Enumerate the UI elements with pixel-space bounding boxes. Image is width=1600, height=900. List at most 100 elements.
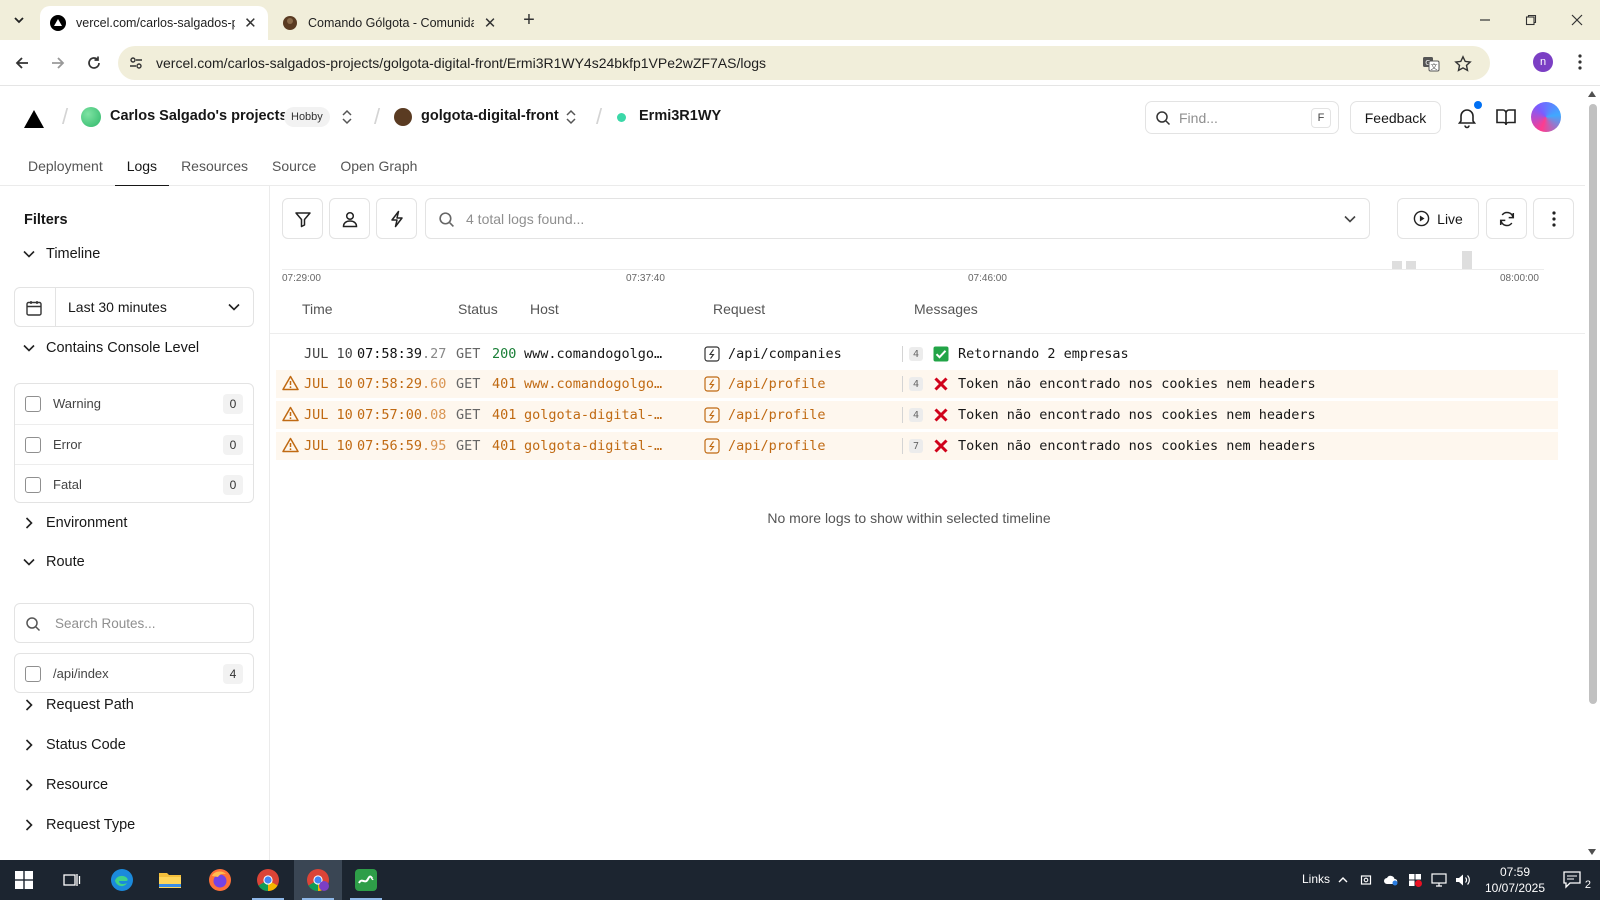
request-path-section-toggle[interactable]: Request Path: [22, 697, 134, 713]
site-info-icon[interactable]: [128, 55, 144, 71]
log-row[interactable]: JUL 10 07:58:29.60 GET 401 www.comandogo…: [276, 370, 1558, 398]
tab-source[interactable]: Source: [260, 146, 328, 186]
route-label: /api/index: [53, 666, 109, 681]
level-option-warning[interactable]: Warning 0: [15, 384, 253, 424]
warning-checkbox[interactable]: [25, 396, 41, 412]
browser-tab-comando[interactable]: Comando Gólgota - Comunidade ✕: [272, 6, 508, 40]
app-taskbar-icon[interactable]: [342, 860, 390, 900]
tab-resources[interactable]: Resources: [169, 146, 260, 186]
user-filter-button[interactable]: [329, 198, 370, 239]
edge-taskbar-icon[interactable]: [98, 860, 146, 900]
task-view-button[interactable]: [48, 860, 96, 900]
log-timeline-histogram[interactable]: [282, 246, 1544, 270]
project-name[interactable]: golgota-digital-front: [421, 108, 559, 124]
user-avatar[interactable]: [1531, 102, 1561, 132]
refresh-button[interactable]: [1486, 198, 1527, 239]
profile-avatar[interactable]: n: [1533, 52, 1553, 72]
chevron-up-down-icon[interactable]: [564, 108, 578, 126]
route-option[interactable]: /api/index 4: [14, 653, 254, 693]
scroll-up-arrow-icon[interactable]: [1588, 91, 1596, 97]
close-window-button[interactable]: [1564, 8, 1590, 32]
level-option-error[interactable]: Error 0: [15, 424, 253, 464]
volume-tray-icon[interactable]: [1454, 871, 1472, 889]
chrome-profile-taskbar-icon[interactable]: [294, 860, 342, 900]
tab-logs[interactable]: Logs: [114, 146, 170, 187]
log-search-input[interactable]: 4 total logs found...: [425, 198, 1370, 239]
feedback-button[interactable]: Feedback: [1350, 101, 1441, 134]
start-button[interactable]: [0, 860, 48, 900]
network-tray-icon[interactable]: [1430, 871, 1448, 889]
timeline-select[interactable]: Last 30 minutes: [14, 287, 254, 327]
windows-taskbar: Links 07:59 10/07/2025 2: [0, 860, 1600, 900]
tab-search-button[interactable]: [6, 7, 32, 33]
notification-center-icon[interactable]: 2: [1562, 871, 1591, 891]
browser-tab-vercel[interactable]: vercel.com/carlos-salgados-pro ✕: [40, 6, 268, 40]
chevron-up-icon[interactable]: [1334, 871, 1352, 889]
tab-deployment[interactable]: Deployment: [0, 146, 115, 186]
column-header-messages[interactable]: Messages: [914, 301, 978, 317]
log-date: JUL 10: [304, 407, 353, 423]
chevron-down-icon[interactable]: [1343, 212, 1357, 226]
minimize-window-button[interactable]: [1472, 8, 1498, 32]
environment-section-toggle[interactable]: Environment: [22, 515, 127, 531]
page-scrollbar[interactable]: [1585, 86, 1600, 860]
error-checkbox[interactable]: [25, 437, 41, 453]
route-search-input[interactable]: Search Routes...: [14, 603, 254, 643]
log-row[interactable]: JUL 10 07:57:00.08 GET 401 golgota-digit…: [276, 401, 1558, 429]
firefox-taskbar-icon[interactable]: [196, 860, 244, 900]
camera-tray-icon[interactable]: [1358, 871, 1376, 889]
timeline-section-toggle[interactable]: Timeline: [22, 246, 100, 262]
onedrive-tray-icon[interactable]: [1382, 871, 1400, 889]
forward-button[interactable]: [46, 51, 70, 75]
team-avatar[interactable]: [81, 107, 101, 127]
log-row[interactable]: JUL 10 07:56:59.95 GET 401 golgota-digit…: [276, 432, 1558, 460]
column-header-host[interactable]: Host: [530, 301, 559, 317]
route-count: 4: [223, 664, 243, 684]
close-tab-icon[interactable]: ✕: [243, 15, 258, 32]
message-count: 4: [909, 377, 923, 391]
column-header-status[interactable]: Status: [458, 301, 498, 317]
taskbar-clock[interactable]: 07:59 10/07/2025: [1480, 864, 1550, 896]
level-option-fatal[interactable]: Fatal 0: [15, 464, 253, 504]
close-tab-icon[interactable]: ✕: [482, 15, 498, 32]
tab-open-graph[interactable]: Open Graph: [328, 146, 429, 186]
scrollbar-thumb[interactable]: [1589, 104, 1597, 704]
function-filter-button[interactable]: [376, 198, 417, 239]
security-tray-icon[interactable]: [1406, 871, 1424, 889]
project-avatar[interactable]: [394, 108, 412, 126]
file-explorer-taskbar-icon[interactable]: [146, 860, 194, 900]
translate-icon[interactable]: G文: [1422, 55, 1440, 73]
address-bar[interactable]: vercel.com/carlos-salgados-projects/golg…: [118, 46, 1490, 80]
reload-button[interactable]: [82, 51, 106, 75]
more-options-button[interactable]: [1533, 198, 1574, 239]
new-tab-button[interactable]: +: [518, 10, 540, 32]
find-input[interactable]: Find... F: [1145, 101, 1339, 134]
restore-window-button[interactable]: [1518, 8, 1544, 32]
vercel-logo-icon[interactable]: [24, 110, 44, 128]
links-toolbar[interactable]: Links: [1302, 872, 1330, 886]
status-code-section-toggle[interactable]: Status Code: [22, 737, 126, 753]
deployment-id[interactable]: Ermi3R1WY: [639, 108, 721, 124]
log-row[interactable]: JUL 10 07:58:39.27 GET 200 www.comandogo…: [276, 340, 1558, 368]
browser-menu-button[interactable]: [1570, 52, 1590, 72]
live-label: Live: [1437, 210, 1463, 227]
console-level-section-toggle[interactable]: Contains Console Level: [22, 340, 199, 356]
scroll-down-arrow-icon[interactable]: [1588, 849, 1596, 855]
function-icon: [704, 438, 720, 454]
column-header-request[interactable]: Request: [713, 301, 765, 317]
team-name[interactable]: Carlos Salgado's projects: [110, 108, 288, 124]
chevron-up-down-icon[interactable]: [340, 108, 354, 126]
column-header-time[interactable]: Time: [302, 301, 333, 317]
live-button[interactable]: Live: [1397, 198, 1479, 239]
chrome-taskbar-icon[interactable]: [244, 860, 292, 900]
route-section-toggle[interactable]: Route: [22, 554, 85, 570]
filter-toggle-button[interactable]: [282, 198, 323, 239]
resource-section-toggle[interactable]: Resource: [22, 777, 108, 793]
bookmark-star-icon[interactable]: [1454, 55, 1472, 73]
book-open-icon[interactable]: [1494, 105, 1518, 129]
deployment-subnav: Deployment Logs Resources Source Open Gr…: [0, 146, 429, 187]
request-type-section-toggle[interactable]: Request Type: [22, 817, 135, 833]
route-checkbox[interactable]: [25, 666, 41, 682]
back-button[interactable]: [10, 51, 34, 75]
fatal-checkbox[interactable]: [25, 477, 41, 493]
